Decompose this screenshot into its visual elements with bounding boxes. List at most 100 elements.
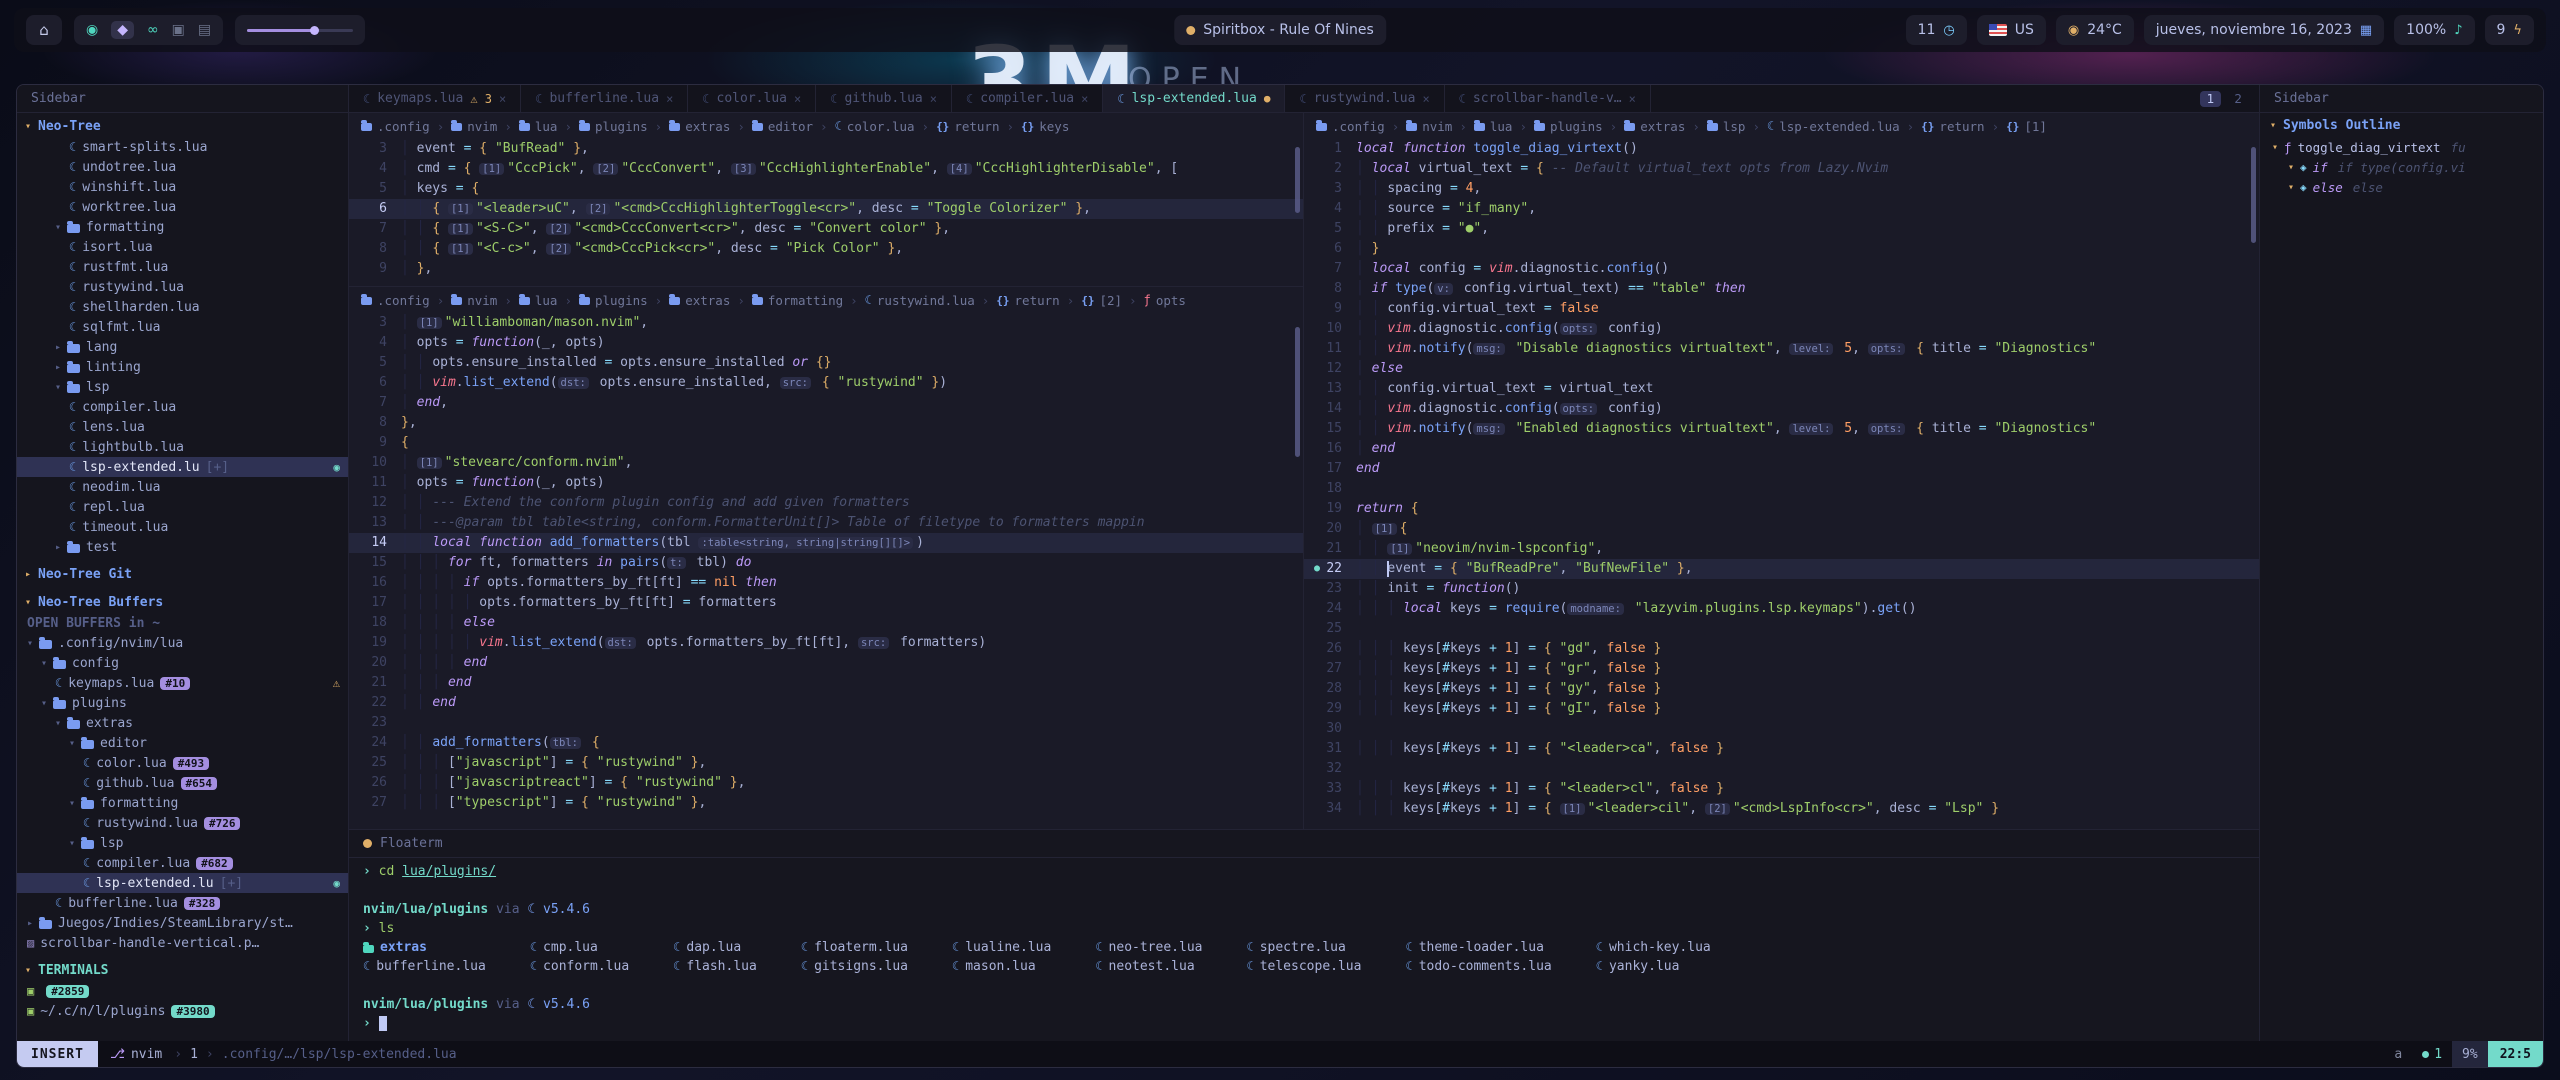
tree-item[interactable]: ▸linting <box>17 357 348 377</box>
code-line[interactable]: 21│ │ [1]"neovim/nvim-lspconfig", <box>1304 539 2259 559</box>
code-line[interactable]: ●22│ │ event = { "BufReadPre", "BufNewFi… <box>1304 559 2259 579</box>
breadcrumb-item[interactable]: {}keys <box>1021 119 1069 134</box>
tree-item[interactable]: ☾sqlfmt.lua <box>17 317 348 337</box>
code-line[interactable]: 10│ │ vim.diagnostic.config(opts: config… <box>1304 319 2259 339</box>
code-line[interactable]: 7│ local config = vim.diagnostic.config(… <box>1304 259 2259 279</box>
tree-item[interactable]: ☾compiler.lua#682 <box>17 853 348 873</box>
tree-item[interactable]: ▾formatting <box>17 793 348 813</box>
tree-item[interactable]: ▾lsp <box>17 833 348 853</box>
code-line[interactable]: 6│ } <box>1304 239 2259 259</box>
breadcrumb-item[interactable]: nvim <box>451 293 497 308</box>
tree-item[interactable]: ▨scrollbar-handle-vertical.p… <box>17 933 348 953</box>
tree-item[interactable]: ☾rustfmt.lua <box>17 257 348 277</box>
code-line[interactable]: 5│ keys = { <box>349 179 1303 199</box>
code-line[interactable]: 20│ │ │ │ end <box>349 653 1303 673</box>
code-line[interactable]: 20│ [1]{ <box>1304 519 2259 539</box>
code-area[interactable]: 1local function toggle_diag_virtext()2│ … <box>1304 139 2259 829</box>
breadcrumb-item[interactable]: lua <box>519 293 558 308</box>
breadcrumb-item[interactable]: {}return <box>996 293 1059 308</box>
tree-item[interactable]: ☾compiler.lua <box>17 397 348 417</box>
tree-item[interactable]: ☾worktree.lua <box>17 197 348 217</box>
breadcrumb-item[interactable]: .config <box>361 119 430 134</box>
outline-item-else[interactable]: ▾◈elseelse <box>2260 177 2543 197</box>
code-line[interactable]: 16│ │ │ │ if opts.formatters_by_ft[ft] =… <box>349 573 1303 593</box>
tree-item[interactable]: ☾bufferline.lua#328 <box>17 893 348 913</box>
breadcrumb-item[interactable]: {}[2] <box>1081 293 1122 308</box>
code-line[interactable]: 30 <box>1304 719 2259 739</box>
code-line[interactable]: 14│ │ local function add_formatters(tbl … <box>349 533 1303 553</box>
tree-item[interactable]: ▾config <box>17 653 348 673</box>
neotree-section-neo-tree-buffers[interactable]: ▾Neo-Tree Buffers <box>17 591 348 613</box>
tree-item[interactable]: ☾keymaps.lua#10⚠ <box>17 673 348 693</box>
buffer-tab-rustywind-lua[interactable]: ☾rustywind.lua× <box>1285 85 1444 112</box>
code-line[interactable]: 8│ if type(v: config.virtual_text) == "t… <box>1304 279 2259 299</box>
tree-item[interactable]: ☾lightbulb.lua <box>17 437 348 457</box>
code-line[interactable]: 7│ end, <box>349 393 1303 413</box>
media-widget[interactable]: Spiritbox - Rule Of Nines <box>1174 15 1386 45</box>
code-line[interactable]: 6│ │ vim.list_extend(dst: opts.ensure_in… <box>349 373 1303 393</box>
code-line[interactable]: 27│ │ │ keys[#keys + 1] = { "gr", false … <box>1304 659 2259 679</box>
code-line[interactable]: 29│ │ │ keys[#keys + 1] = { "gI", false … <box>1304 699 2259 719</box>
tab-page-2[interactable]: 2 <box>2227 91 2249 107</box>
code-line[interactable]: 19│ │ │ │ │ vim.list_extend(dst: opts.fo… <box>349 633 1303 653</box>
tree-item[interactable]: ☾lens.lua <box>17 417 348 437</box>
tree-item[interactable]: ☾rustywind.lua#726 <box>17 813 348 833</box>
code-line[interactable]: 12│ else <box>1304 359 2259 379</box>
volume-widget[interactable]: 100% ♪ <box>2394 15 2474 45</box>
code-line[interactable]: 9{ <box>349 433 1303 453</box>
tree-item[interactable]: ▸lang <box>17 337 348 357</box>
neotree-section-neo-tree-git[interactable]: ▸Neo-Tree Git <box>17 563 348 585</box>
workspace-2-icon[interactable]: ◆ <box>111 21 134 39</box>
breadcrumb-item[interactable]: lsp <box>1707 119 1746 134</box>
tab-page-1[interactable]: 1 <box>2200 91 2222 107</box>
code-line[interactable]: 18 <box>1304 479 2259 499</box>
tree-item[interactable]: ▾plugins <box>17 693 348 713</box>
code-line[interactable]: 11│ │ vim.notify(msg: "Disable diagnosti… <box>1304 339 2259 359</box>
tree-item[interactable]: ▣~/.c/n/l/plugins#3980 <box>17 1001 348 1021</box>
code-line[interactable]: 23 <box>349 713 1303 733</box>
code-line[interactable]: 24│ │ │ local keys = require(modname: "l… <box>1304 599 2259 619</box>
code-line[interactable]: 16│ end <box>1304 439 2259 459</box>
breadcrumb-item[interactable]: ☾rustywind.lua <box>865 293 975 308</box>
code-line[interactable]: 27│ │ │ ["typescript"] = { "rustywind" }… <box>349 793 1303 813</box>
tree-item[interactable]: ☾timeout.lua <box>17 517 348 537</box>
tree-item[interactable]: ▾formatting <box>17 217 348 237</box>
code-line[interactable]: 4│ │ source = "if_many", <box>1304 199 2259 219</box>
code-line[interactable]: 9│ }, <box>349 259 1303 279</box>
workspace-3-icon[interactable]: ∞ <box>147 22 159 38</box>
breadcrumb-item[interactable]: ☾lsp-extended.lua <box>1767 119 1900 134</box>
code-line[interactable]: 11│ opts = function(_, opts) <box>349 473 1303 493</box>
code-line[interactable]: 25 <box>1304 619 2259 639</box>
breadcrumb-item[interactable]: editor <box>752 119 813 134</box>
breadcrumb-item[interactable]: nvim <box>1406 119 1452 134</box>
code-line[interactable]: 8│ │ { [1]"<C-c>", [2]"<cmd>CccPick<cr>"… <box>349 239 1303 259</box>
weather-widget[interactable]: ◉ 24°C <box>2056 15 2134 45</box>
buffer-tab-lsp-extended-lua[interactable]: ☾lsp-extended.lua● <box>1103 85 1285 112</box>
code-line[interactable]: 5│ │ prefix = "●", <box>1304 219 2259 239</box>
code-line[interactable]: 34│ │ │ keys[#keys + 1] = { [1]"<leader>… <box>1304 799 2259 819</box>
updates-widget[interactable]: 11 ◷ <box>1906 15 1967 45</box>
media-progress-widget[interactable] <box>235 15 365 45</box>
tree-item[interactable]: ▾.config/nvim/lua <box>17 633 348 653</box>
code-line[interactable]: 3│ [1]"williamboman/mason.nvim", <box>349 313 1303 333</box>
code-area[interactable]: 3│ event = { "BufRead" },4│ cmd = { [1]"… <box>349 139 1303 286</box>
code-line[interactable]: 3│ event = { "BufRead" }, <box>349 139 1303 159</box>
code-line[interactable]: 28│ │ │ keys[#keys + 1] = { "gy", false … <box>1304 679 2259 699</box>
tree-item[interactable]: ▸Juegos/Indies/SteamLibrary/st… <box>17 913 348 933</box>
tree-item[interactable]: ☾lsp-extended.lu[+]◉ <box>17 873 348 893</box>
code-line[interactable]: 4│ cmd = { [1]"CccPick", [2]"CccConvert"… <box>349 159 1303 179</box>
code-line[interactable]: 26│ │ │ keys[#keys + 1] = { "gd", false … <box>1304 639 2259 659</box>
scrollbar-handle[interactable] <box>1295 147 1300 213</box>
code-line[interactable]: 5│ │ opts.ensure_installed = opts.ensure… <box>349 353 1303 373</box>
code-line[interactable]: 33│ │ │ keys[#keys + 1] = { "<leader>cl"… <box>1304 779 2259 799</box>
tree-item[interactable]: ☾smart-splits.lua <box>17 137 348 157</box>
code-line[interactable]: 1local function toggle_diag_virtext() <box>1304 139 2259 159</box>
code-line[interactable]: 13│ │ ---@param tbl table<string, confor… <box>349 513 1303 533</box>
code-line[interactable]: 13│ │ config.virtual_text = virtual_text <box>1304 379 2259 399</box>
code-line[interactable]: 25│ │ │ ["javascript"] = { "rustywind" }… <box>349 753 1303 773</box>
launcher-button[interactable]: ⌂ <box>26 15 62 45</box>
scrollbar-handle[interactable] <box>1295 327 1300 457</box>
neotree-section-neo-tree[interactable]: ▾Neo-Tree <box>17 115 348 137</box>
battery-widget[interactable]: 9 ϟ <box>2485 15 2535 45</box>
tree-item[interactable]: ☾lsp-extended.lu[+]◉ <box>17 457 348 477</box>
